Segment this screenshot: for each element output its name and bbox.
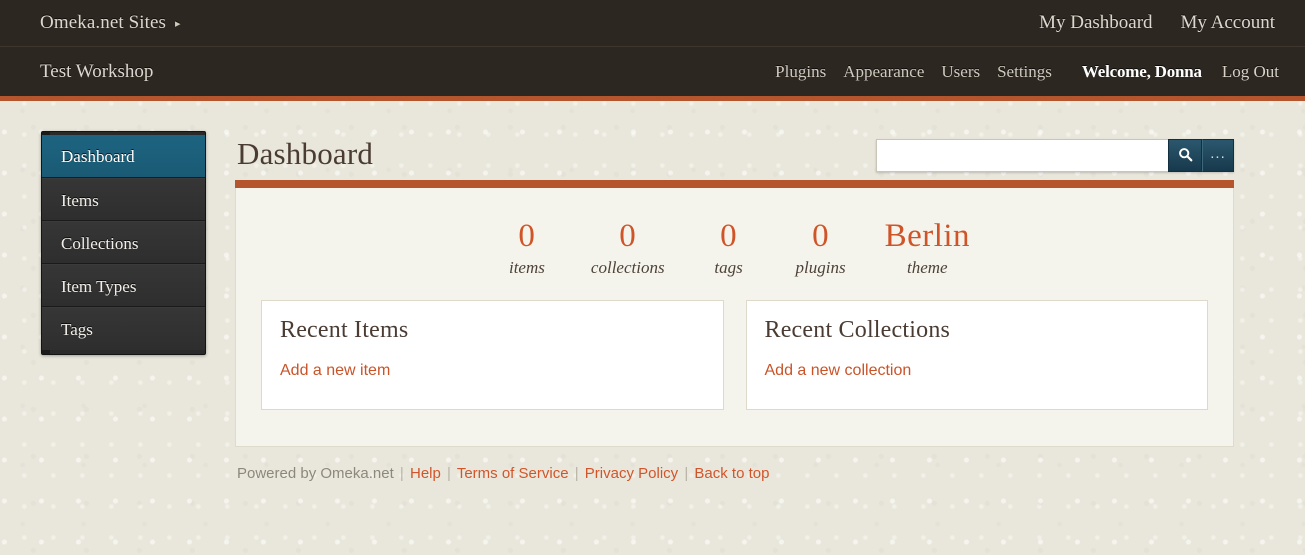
footer-powered-by: Powered by Omeka.net [237, 464, 394, 482]
stat-collections[interactable]: 0 collections [591, 218, 665, 278]
admin-bar: Test Workshop Plugins Appearance Users S… [0, 47, 1305, 96]
search-icon [1178, 147, 1193, 165]
search-input[interactable] [876, 139, 1168, 172]
logout-link[interactable]: Log Out [1222, 62, 1279, 82]
stat-tags-value: 0 [720, 218, 738, 254]
stat-items-label: items [508, 257, 545, 277]
add-new-collection-link[interactable]: Add a new collection [765, 362, 912, 379]
content-header: Dashboard ... [235, 131, 1234, 172]
add-new-item-link[interactable]: Add a new item [280, 362, 390, 379]
footer-separator-1: | [399, 464, 404, 482]
stat-collections-label: collections [590, 257, 665, 277]
footer-separator-2: | [447, 464, 451, 482]
site-title[interactable]: Test Workshop [40, 61, 153, 83]
stat-theme-label: theme [907, 257, 948, 277]
sidebar-item-tags[interactable]: Tags [42, 307, 205, 350]
footer-separator-4: | [684, 464, 689, 482]
omeka-sites-label: Omeka.net Sites [40, 12, 167, 33]
sidebar-item-collections[interactable]: Collections [42, 221, 205, 264]
stat-items-value: 0 [518, 218, 536, 254]
nav-users[interactable]: Users [941, 62, 980, 82]
stats-row: 0 items 0 collections 0 tags 0 plugins B… [250, 210, 1219, 300]
welcome-user-link[interactable]: Welcome, Donna [1082, 62, 1202, 82]
footer-separator-3: | [574, 464, 579, 482]
stat-collections-value: 0 [619, 218, 637, 254]
stat-plugins-value: 0 [812, 218, 830, 254]
nav-settings[interactable]: Settings [997, 62, 1052, 82]
nav-plugins[interactable]: Plugins [775, 62, 826, 82]
recent-collections-title: Recent Collections [764, 316, 951, 343]
stat-items[interactable]: 0 items [499, 218, 555, 278]
stat-plugins[interactable]: 0 plugins [793, 218, 849, 278]
title-divider [235, 180, 1234, 188]
search-bar: ... [876, 139, 1234, 172]
footer-link-privacy-policy[interactable]: Privacy Policy [585, 465, 678, 482]
footer-link-terms-of-service[interactable]: Terms of Service [457, 465, 569, 482]
footer-link-help[interactable]: Help [410, 465, 441, 482]
stat-tags[interactable]: 0 tags [701, 218, 757, 278]
stat-tags-label: tags [714, 257, 743, 277]
cards-row: Recent Items Add a new item Recent Colle… [250, 299, 1219, 410]
nav-my-dashboard[interactable]: My Dashboard [1039, 12, 1152, 34]
admin-nav: Plugins Appearance Users Settings Welcom… [775, 62, 1279, 82]
sidebar-item-dashboard[interactable]: Dashboard [42, 135, 205, 178]
recent-items-card: Recent Items Add a new item [261, 299, 724, 410]
stat-plugins-label: plugins [795, 257, 846, 277]
caret-right-icon: ▸ [175, 17, 181, 30]
search-options-button[interactable]: ... [1202, 139, 1234, 172]
dashboard-panel: 0 items 0 collections 0 tags 0 plugins B… [235, 188, 1234, 447]
recent-collections-card: Recent Collections Add a new collection [745, 299, 1208, 410]
stat-theme-value: Berlin [884, 218, 971, 254]
footer-link-back-to-top[interactable]: Back to top [694, 465, 769, 482]
sidebar-item-item-types[interactable]: Item Types [42, 264, 205, 307]
sidebar-nav: Dashboard Items Collections Item Types T… [41, 131, 206, 355]
top-right-nav: My Dashboard My Account [1039, 12, 1275, 34]
nav-my-account[interactable]: My Account [1181, 12, 1275, 34]
omeka-sites-menu[interactable]: Omeka.net Sites ▸ [40, 12, 181, 34]
top-bar: Omeka.net Sites ▸ My Dashboard My Accoun… [0, 0, 1305, 47]
site-header: Omeka.net Sites ▸ My Dashboard My Accoun… [0, 0, 1305, 101]
stat-theme[interactable]: Berlin theme [885, 218, 970, 278]
footer: Powered by Omeka.net | Help | Terms of S… [235, 447, 1234, 482]
page-title: Dashboard [237, 136, 374, 171]
main-content: Dashboard ... 0 items 0 collections 0 ta… [235, 131, 1234, 482]
recent-items-title: Recent Items [280, 316, 409, 343]
sidebar-item-items[interactable]: Items [42, 178, 205, 221]
page-body: Dashboard Items Collections Item Types T… [0, 101, 1305, 482]
nav-appearance[interactable]: Appearance [843, 62, 924, 82]
search-button[interactable] [1168, 139, 1202, 172]
